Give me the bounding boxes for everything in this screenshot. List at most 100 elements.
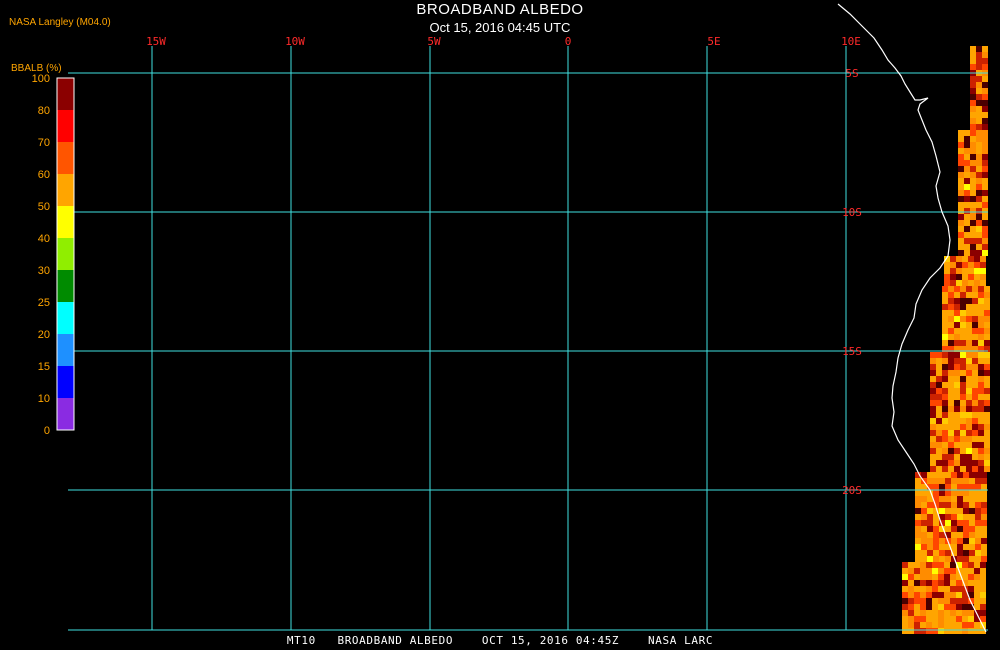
albedo-pixel	[976, 118, 982, 124]
albedo-pixel	[970, 148, 976, 154]
albedo-pixel	[908, 574, 914, 580]
albedo-pixel	[978, 442, 984, 448]
albedo-pixel	[966, 310, 972, 316]
albedo-pixel	[939, 538, 945, 544]
albedo-pixel	[933, 526, 939, 532]
albedo-pixel	[960, 442, 966, 448]
albedo-pixel	[938, 604, 944, 610]
albedo-pixel	[972, 418, 978, 424]
albedo-pixel	[933, 538, 939, 544]
albedo-pixel	[920, 586, 926, 592]
albedo-pixel	[950, 586, 956, 592]
albedo-pixel	[942, 400, 948, 406]
albedo-pixel	[926, 604, 932, 610]
albedo-pixel	[930, 388, 936, 394]
albedo-pixel	[966, 412, 972, 418]
albedo-pixel	[962, 574, 968, 580]
albedo-pixel	[960, 364, 966, 370]
albedo-pixel	[920, 610, 926, 616]
albedo-pixel	[951, 484, 957, 490]
albedo-pixel	[915, 538, 921, 544]
albedo-pixel	[950, 280, 956, 286]
albedo-pixel	[926, 586, 932, 592]
albedo-pixel	[963, 538, 969, 544]
albedo-pixel	[976, 148, 982, 154]
albedo-pixel	[942, 412, 948, 418]
albedo-pixel	[964, 226, 970, 232]
albedo-pixel	[944, 610, 950, 616]
albedo-pixel	[982, 154, 988, 160]
albedo-pixel	[936, 370, 942, 376]
albedo-pixel	[948, 430, 954, 436]
albedo-pixel	[933, 544, 939, 550]
albedo-pixel	[984, 406, 990, 412]
albedo-pixel	[942, 340, 948, 346]
albedo-pixel	[975, 514, 981, 520]
albedo-pixel	[970, 244, 976, 250]
albedo-pixel	[948, 340, 954, 346]
albedo-pixel	[920, 562, 926, 568]
albedo-pixel	[982, 82, 988, 88]
albedo-pixel	[970, 64, 976, 70]
albedo-pixel	[966, 358, 972, 364]
albedo-pixel	[966, 292, 972, 298]
albedo-pixel	[942, 316, 948, 322]
albedo-pixel	[966, 286, 972, 292]
albedo-pixel	[902, 574, 908, 580]
albedo-pixel	[948, 334, 954, 340]
albedo-pixel	[970, 82, 976, 88]
albedo-pixel	[980, 574, 986, 580]
albedo-pixel	[982, 214, 988, 220]
albedo-pixel	[954, 412, 960, 418]
albedo-pixel	[964, 202, 970, 208]
albedo-pixel	[966, 448, 972, 454]
albedo-pixel	[945, 484, 951, 490]
albedo-pixel	[942, 430, 948, 436]
albedo-pixel	[976, 244, 982, 250]
albedo-pixel	[958, 178, 964, 184]
albedo-pixel	[982, 244, 988, 250]
albedo-pixel	[914, 610, 920, 616]
albedo-pixel	[975, 544, 981, 550]
albedo-pixel	[948, 406, 954, 412]
albedo-pixel	[930, 400, 936, 406]
albedo-pixel	[966, 466, 972, 472]
albedo-pixel	[966, 298, 972, 304]
albedo-pixel	[915, 544, 921, 550]
albedo-pixel	[914, 592, 920, 598]
albedo-pixel	[954, 424, 960, 430]
graticule	[68, 46, 988, 631]
albedo-pixel	[908, 592, 914, 598]
albedo-pixel	[950, 574, 956, 580]
albedo-pixel	[954, 394, 960, 400]
albedo-pixel	[948, 424, 954, 430]
albedo-pixel	[960, 430, 966, 436]
albedo-pixel	[963, 502, 969, 508]
albedo-pixel	[972, 322, 978, 328]
albedo-pixel	[984, 454, 990, 460]
albedo-pixel	[950, 598, 956, 604]
albedo-pixel	[963, 514, 969, 520]
latitude-labels: 5S 10S 15S 20S	[842, 67, 862, 497]
albedo-pixel	[956, 616, 962, 622]
albedo-pixel	[982, 196, 988, 202]
albedo-pixel	[944, 574, 950, 580]
lon-label: 15W	[146, 35, 166, 48]
albedo-pixel	[969, 538, 975, 544]
albedo-pixel	[963, 484, 969, 490]
albedo-pixel	[942, 304, 948, 310]
colorbar-swatch	[57, 174, 74, 206]
albedo-pixel	[966, 394, 972, 400]
albedo-pixel	[954, 340, 960, 346]
albedo-pixel	[957, 520, 963, 526]
albedo-pixel	[954, 310, 960, 316]
albedo-pixel	[936, 352, 942, 358]
albedo-pixel	[960, 370, 966, 376]
albedo-pixel	[902, 562, 908, 568]
albedo-pixel	[966, 442, 972, 448]
albedo-pixel	[975, 550, 981, 556]
albedo-pixel	[960, 358, 966, 364]
albedo-pixel	[978, 304, 984, 310]
albedo-pixel	[963, 550, 969, 556]
albedo-pixel	[902, 622, 908, 628]
